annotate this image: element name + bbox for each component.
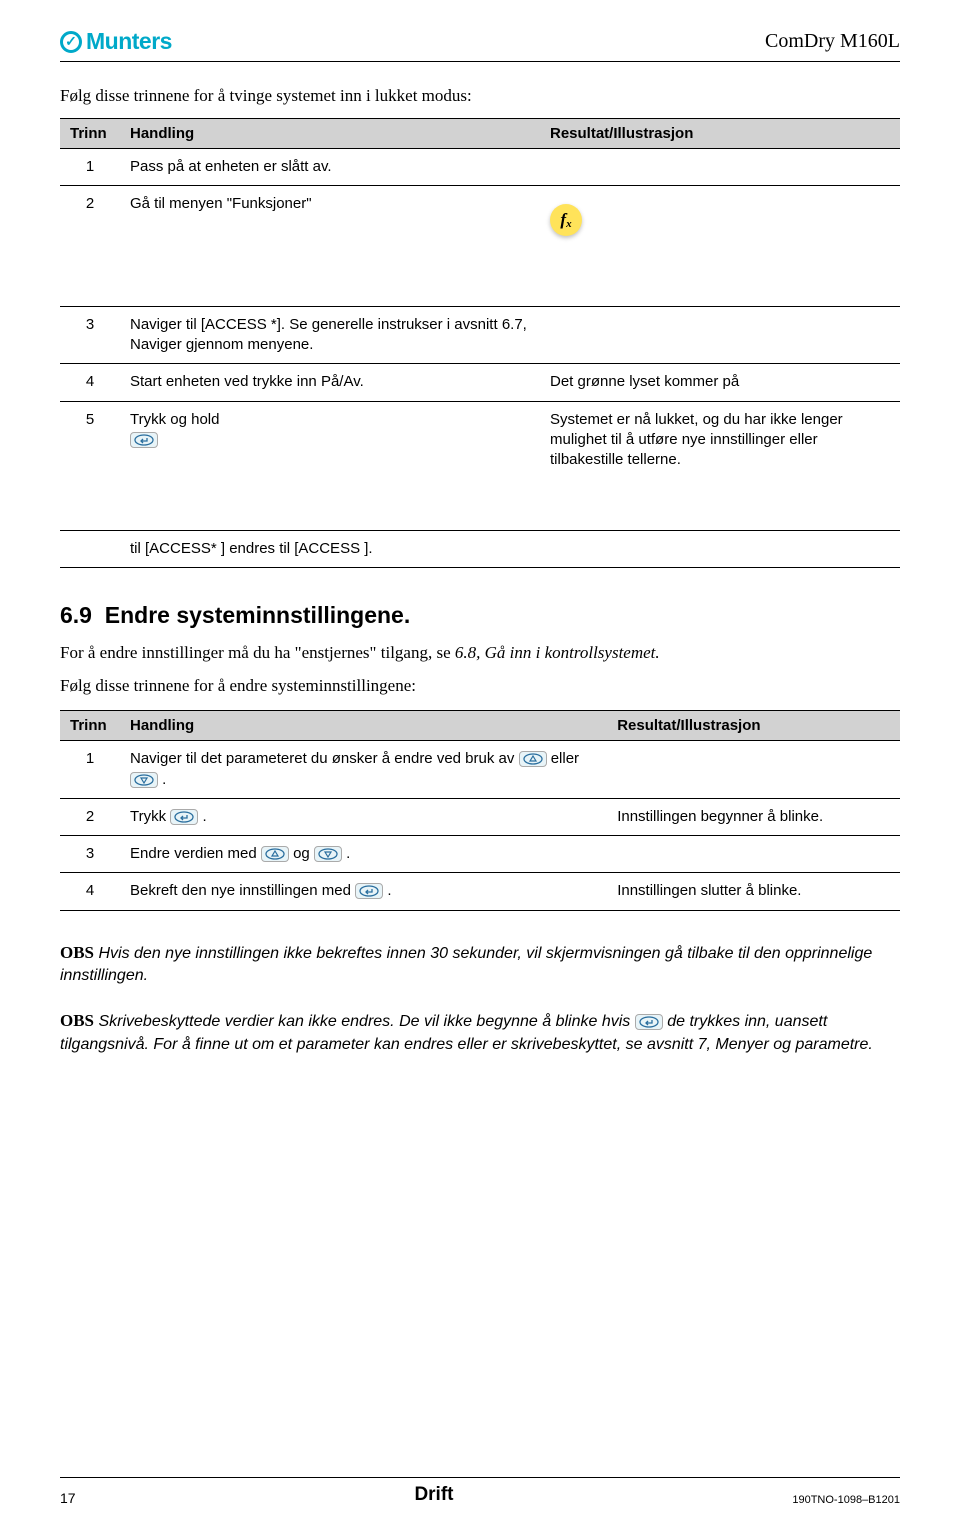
steps-table-2: Trinn Handling Resultat/Illustrasjon 1 N… <box>60 710 900 910</box>
brand-name: Munters <box>86 28 172 55</box>
col-result: Resultat/Illustrasjon <box>540 119 900 149</box>
intro-text-1: Følg disse trinnene for å tvinge systeme… <box>60 86 900 106</box>
up-button-icon <box>519 751 547 767</box>
col-step: Trinn <box>60 711 120 741</box>
document-model: ComDry M160L <box>765 30 900 53</box>
col-action: Handling <box>120 711 607 741</box>
footer-title: Drift <box>414 1484 453 1506</box>
footer-docnum: 190TNO-1098–B1201 <box>792 1494 900 1506</box>
header-rule <box>60 61 900 62</box>
table-row: 5 Trykk og hold Systemet er nå lukket, o… <box>60 401 900 478</box>
table-row: 3 Endre verdien med og . <box>60 836 900 873</box>
enter-button-icon <box>355 883 383 899</box>
steps-table-1: Trinn Handling Resultat/Illustrasjon 1 P… <box>60 118 900 568</box>
col-action: Handling <box>120 119 540 149</box>
paragraph: Følg disse trinnene for å endre systemin… <box>60 674 900 699</box>
obs-note-2: OBS Skrivebeskyttede verdier kan ikke en… <box>60 1009 900 1056</box>
paragraph: For å endre innstillinger må du ha "enst… <box>60 641 900 666</box>
enter-button-icon <box>130 432 158 448</box>
table-row: 3 Naviger til [ACCESS *]. Se generelle i… <box>60 306 900 364</box>
table-row: 4 Bekreft den nye innstillingen med . In… <box>60 873 900 910</box>
brand-logo: ✓ Munters <box>60 28 172 55</box>
up-button-icon <box>261 846 289 862</box>
obs-note-1: OBS Hvis den nye innstillingen ikke bekr… <box>60 941 900 988</box>
enter-button-icon <box>170 809 198 825</box>
page-number: 17 <box>60 1490 76 1506</box>
table-row: 1 Naviger til det parameteret du ønsker … <box>60 741 900 799</box>
section-heading: 6.9 Endre systeminnstillingene. <box>60 602 900 629</box>
logo-mark-icon: ✓ <box>60 31 82 53</box>
table-row: 2 Gå til menyen "Funksjoner" fx <box>60 186 900 255</box>
table-row: 1 Pass på at enheten er slått av. <box>60 149 900 186</box>
table-row: 2 Trykk . Innstillingen begynner å blink… <box>60 798 900 835</box>
col-result: Resultat/Illustrasjon <box>607 711 900 741</box>
fx-icon: fx <box>550 204 582 236</box>
enter-button-icon <box>635 1014 663 1030</box>
page-footer: 17 Drift 190TNO-1098–B1201 <box>60 1477 900 1506</box>
table-row: til [ACCESS* ] endres til [ACCESS ]. <box>60 530 900 567</box>
table-gap <box>60 478 900 530</box>
table-gap <box>60 254 900 306</box>
table-row: 4 Start enheten ved trykke inn På/Av. De… <box>60 364 900 401</box>
down-button-icon <box>130 772 158 788</box>
down-button-icon <box>314 846 342 862</box>
col-step: Trinn <box>60 119 120 149</box>
page-header: ✓ Munters ComDry M160L <box>60 28 900 55</box>
